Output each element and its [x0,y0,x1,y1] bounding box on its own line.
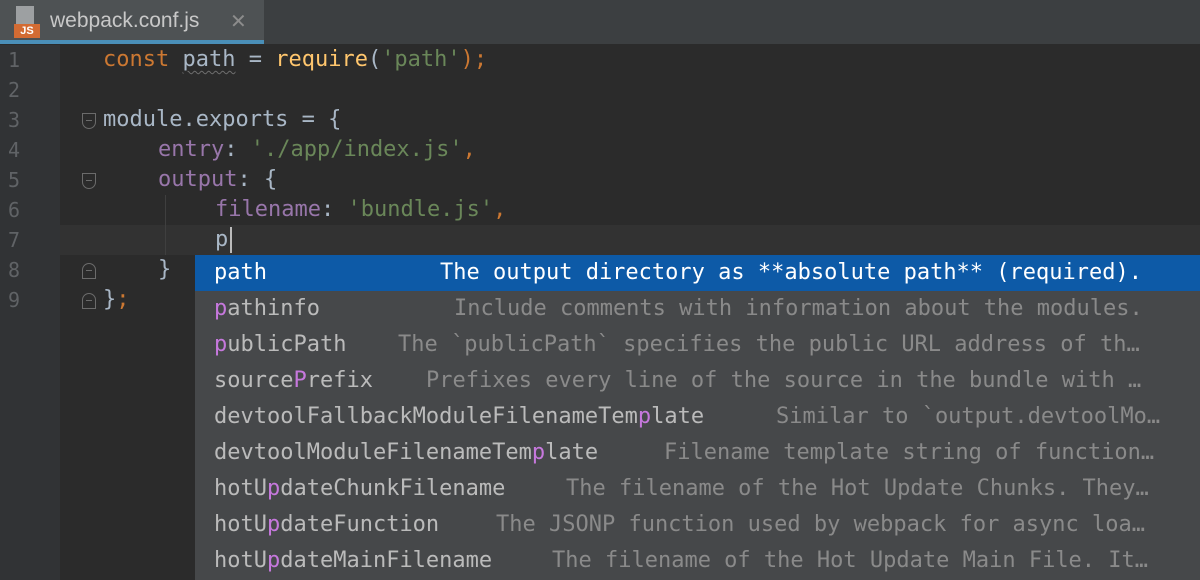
completion-item[interactable]: devtoolModuleFilenameTemplate Filename t… [195,435,1200,471]
completion-item[interactable]: sourcePrefix Prefixes every line of the … [195,363,1200,399]
completion-item-name: hotUpdateFunction [214,512,440,537]
text-caret [230,227,232,253]
line-number: 9 [8,288,21,312]
code-line-9[interactable]: }; [103,285,130,315]
code-line-1[interactable]: const path = require('path'); [103,45,487,75]
completion-item-name: hotUpdateMainFilename [214,548,493,573]
editor-tab-bar: JS webpack.conf.js ✕ [0,0,1200,45]
completion-item-name: sourcePrefix [214,368,373,393]
code-line-5[interactable]: output: { [158,165,277,195]
tab-webpack-conf[interactable]: JS webpack.conf.js ✕ [0,0,264,44]
code-line-7[interactable]: p [215,225,228,255]
line-number: 4 [8,138,21,162]
completion-item-description: The filename of the Hot Update Main File… [552,548,1149,573]
completion-item[interactable]: hotUpdateMainFilename The filename of th… [195,543,1200,579]
completion-item[interactable]: hotUpdateChunkFilename The filename of t… [195,471,1200,507]
completion-popup: path The output directory as **absolute … [195,255,1200,580]
completion-item-name: devtoolModuleFilenameTemplate [214,440,599,465]
fold-open-icon[interactable] [82,173,96,189]
code-line-4[interactable]: entry: './app/index.js', [158,135,476,165]
completion-item[interactable]: devtoolFallbackModuleFilenameTemplate Si… [195,399,1200,435]
completion-item-description: The JSONP function used by webpack for a… [496,512,1146,537]
completion-item[interactable]: hotUpdateFunction The JSONP function use… [195,507,1200,543]
js-file-icon: JS [14,6,40,38]
close-icon[interactable]: ✕ [230,9,247,33]
completion-item-description: The filename of the Hot Update Chunks. T… [566,476,1149,501]
completion-item[interactable]: publicPath The `publicPath` specifies th… [195,327,1200,363]
fold-close-icon[interactable] [82,293,96,309]
line-number: 8 [8,258,21,282]
fold-open-icon[interactable] [82,113,96,129]
line-number: 2 [8,78,21,102]
code-line-3[interactable]: module.exports = { [103,105,341,135]
code-line-6[interactable]: filename: 'bundle.js', [215,195,506,225]
completion-item-description: The output directory as **absolute path*… [440,260,1142,285]
completion-item-name: pathinfo [214,296,320,321]
completion-item[interactable]: path The output directory as **absolute … [195,255,1200,291]
line-number: 3 [8,108,21,132]
completion-item-name: hotUpdateChunkFilename [214,476,506,501]
completion-item-name: publicPath [214,332,347,357]
completion-item-description: The `publicPath` specifies the public UR… [398,332,1140,357]
completion-item-name: path [214,260,267,285]
tab-title: webpack.conf.js [50,9,200,32]
fold-close-icon[interactable] [82,263,96,279]
completion-item-description: Similar to `output.devtoolMo… [776,404,1161,429]
line-number-gutter: 1 2 3 4 5 6 7 8 9 [0,45,60,580]
line-number: 5 [8,168,21,192]
completion-item-name: devtoolFallbackModuleFilenameTemplate [214,404,705,429]
line-number: 7 [8,228,21,252]
indent-guide [165,195,166,255]
completion-item[interactable]: pathinfo Include comments with informati… [195,291,1200,327]
completion-item-description: Include comments with information about … [454,296,1143,321]
line-number: 6 [8,198,21,222]
completion-item-description: Prefixes every line of the source in the… [426,368,1142,393]
line-number: 1 [8,48,21,72]
code-line-8[interactable]: } [158,255,171,285]
completion-item-description: Filename template string of function… [664,440,1155,465]
